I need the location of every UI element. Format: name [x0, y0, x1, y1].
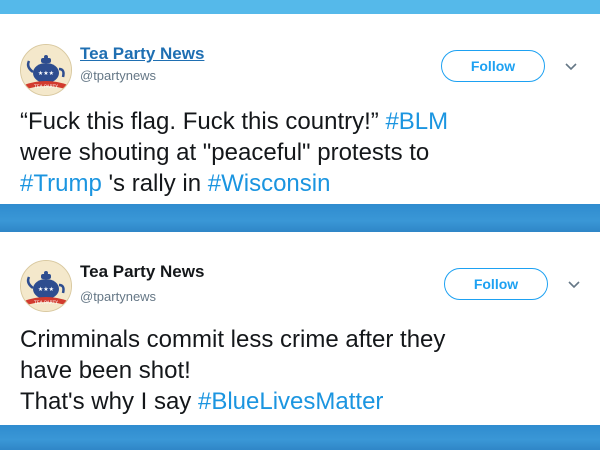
user-handle[interactable]: @tpartynews: [80, 68, 156, 83]
follow-button[interactable]: Follow: [444, 268, 548, 300]
tweet-text: Crimminals commit less crime after they …: [20, 324, 580, 417]
follow-button[interactable]: Follow: [441, 50, 545, 82]
tweet-card: ★★★ TEA PARTY Tea Party News @tpartynews…: [0, 14, 600, 204]
svg-text:★★★: ★★★: [38, 70, 54, 77]
hashtag-link[interactable]: #Trump: [20, 170, 102, 197]
svg-text:★★★: ★★★: [38, 286, 54, 293]
chevron-down-icon[interactable]: [563, 58, 579, 74]
text-segment: Crimminals commit less crime after they: [20, 326, 446, 353]
tweet-line: “Fuck this flag. Fuck this country!” #BL…: [20, 106, 580, 137]
tweet-line: Crimminals commit less crime after they: [20, 324, 580, 355]
text-segment: That's why I say: [20, 388, 198, 415]
tweet-line: That's why I say #BlueLivesMatter: [20, 386, 580, 417]
text-segment: have been shot!: [20, 357, 191, 384]
chevron-down-icon[interactable]: [566, 276, 582, 292]
svg-text:TEA PARTY: TEA PARTY: [33, 84, 58, 90]
hashtag-link[interactable]: #BlueLivesMatter: [198, 388, 383, 415]
text-segment: “Fuck this flag. Fuck this country!”: [20, 108, 386, 135]
top-band: [0, 0, 600, 14]
hashtag-link[interactable]: #BLM: [385, 108, 448, 135]
text-segment: were shouting at "peaceful" protests to: [20, 139, 430, 166]
teapot-logo-icon[interactable]: ★★★ TEA PARTY: [20, 260, 72, 312]
tweet-line: have been shot!: [20, 355, 580, 386]
text-segment: 's rally in: [101, 170, 208, 197]
user-name[interactable]: Tea Party News: [80, 262, 204, 282]
user-name[interactable]: Tea Party News: [80, 44, 204, 64]
tweet-text: “Fuck this flag. Fuck this country!” #BL…: [20, 106, 580, 199]
tweet-line: #Trump 's rally in #Wisconsin: [20, 168, 580, 199]
tweet-line: were shouting at "peaceful" protests to: [20, 137, 580, 168]
hashtag-link[interactable]: #Wisconsin: [208, 170, 331, 197]
divider-band: [0, 204, 600, 232]
teapot-logo-icon[interactable]: ★★★ TEA PARTY: [20, 44, 72, 96]
svg-text:TEA PARTY: TEA PARTY: [33, 300, 58, 306]
bottom-band: [0, 425, 600, 450]
user-handle[interactable]: @tpartynews: [80, 289, 156, 304]
tweet-card: ★★★ TEA PARTY Tea Party News @tpartynews…: [0, 232, 600, 425]
